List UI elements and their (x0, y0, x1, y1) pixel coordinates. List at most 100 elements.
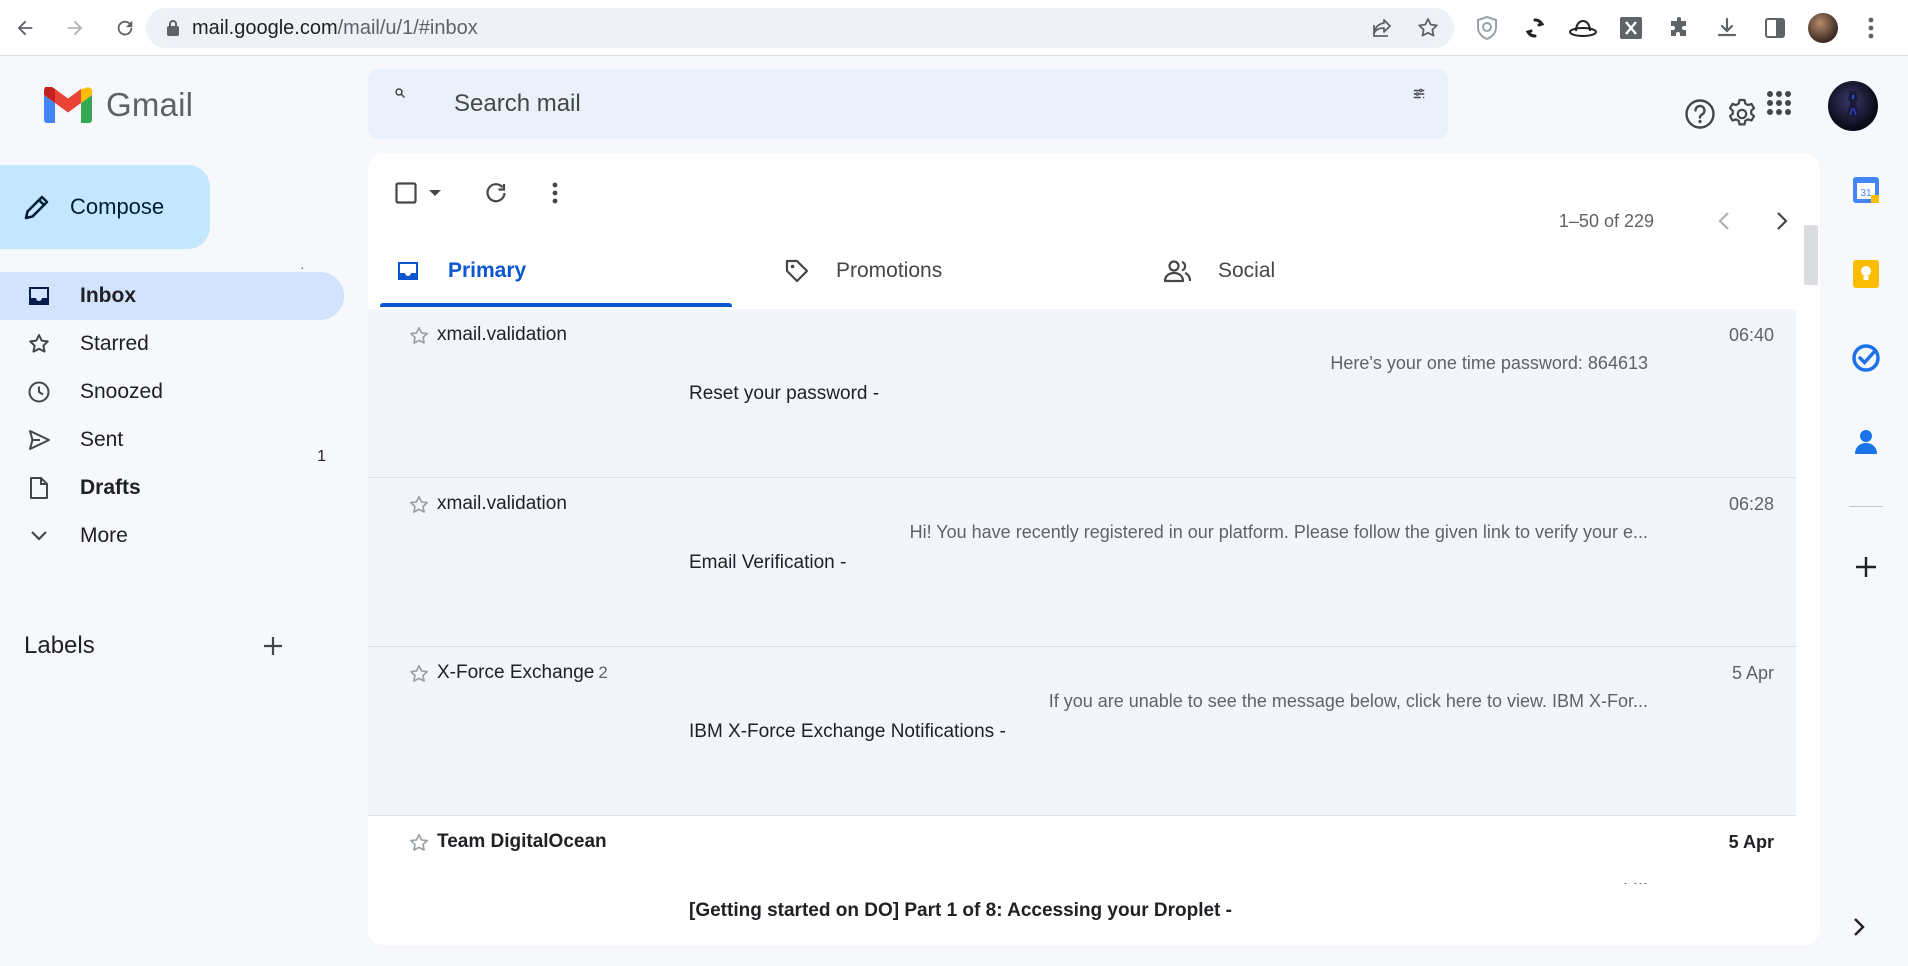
compose-button[interactable]: Compose (0, 165, 210, 249)
sidebar-item-label: More (80, 524, 128, 547)
browser-menu-icon[interactable] (1856, 13, 1886, 43)
list-toolbar (394, 175, 558, 211)
send-icon (24, 429, 54, 451)
chevron-left-icon (1718, 212, 1729, 230)
side-panel-icon[interactable] (1760, 13, 1790, 43)
chrome-profile-avatar[interactable] (1808, 13, 1838, 43)
sidebar-item-starred[interactable]: Starred (0, 320, 344, 368)
draft-file-icon (24, 476, 54, 500)
browser-toolbar: mail.google.com/mail/u/1/#inbox (0, 0, 1908, 56)
email-subject: [Getting started on DO] Part 1 of 8: Acc… (689, 900, 1232, 921)
keep-icon[interactable] (1846, 254, 1886, 294)
email-snippet: Here's your one time password: 864613 (1330, 353, 1648, 373)
settings-gear-icon[interactable] (1724, 96, 1760, 132)
tab-promotions[interactable]: Promotions (760, 235, 1140, 307)
address-bar[interactable]: mail.google.com/mail/u/1/#inbox (146, 8, 1454, 48)
back-button[interactable] (10, 13, 40, 43)
tab-social[interactable]: Social (1140, 235, 1520, 307)
forward-button[interactable] (60, 13, 90, 43)
google-apps-icon[interactable] (1766, 90, 1792, 116)
add-label-icon[interactable] (262, 635, 284, 657)
email-sender: X-Force Exchange 2 (437, 662, 608, 684)
sidebar-item-sent[interactable]: Sent 1 (0, 416, 344, 465)
inbox-icon (24, 285, 54, 307)
account-avatar[interactable] (1828, 81, 1878, 131)
back-arrow-icon (17, 20, 33, 35)
list-scrollbar[interactable] (1804, 225, 1818, 285)
svg-text:31: 31 (1860, 188, 1872, 199)
sidebar-item-label: Snoozed (80, 380, 163, 403)
search-options-icon[interactable] (1412, 87, 1426, 101)
prev-page-button[interactable] (1706, 203, 1742, 239)
email-row[interactable]: xmail.validation 06:40 Here's your one t… (368, 309, 1796, 478)
share-icon[interactable] (1370, 16, 1394, 40)
tasks-icon[interactable] (1846, 338, 1886, 378)
pencil-icon (22, 192, 52, 222)
pagination: 1–50 of 229 (1559, 203, 1800, 239)
url-path: /mail/u/1/#inbox (337, 16, 478, 39)
next-page-button[interactable] (1764, 203, 1800, 239)
thread-count: 2 (598, 663, 608, 682)
email-row[interactable]: X-Force Exchange 2 5 Apr If you are unabl… (368, 647, 1796, 816)
star-toggle-icon[interactable] (408, 663, 430, 685)
star-toggle-icon[interactable] (408, 494, 430, 516)
email-sender: Team DigitalOcean (437, 831, 611, 853)
contacts-icon[interactable] (1846, 422, 1886, 462)
labels-title: Labels (24, 632, 95, 659)
sender-name: Team DigitalOcean (437, 831, 607, 852)
download-icon[interactable] (1712, 13, 1742, 43)
tab-primary[interactable]: Primary (380, 235, 760, 307)
url-text: mail.google.com/mail/u/1/#inbox (192, 17, 478, 40)
help-icon[interactable] (1682, 96, 1718, 132)
calendar-icon[interactable]: 31 (1846, 170, 1886, 210)
search-input[interactable] (454, 83, 1354, 125)
select-dropdown-icon[interactable] (428, 175, 442, 211)
more-actions-icon[interactable] (552, 175, 558, 211)
expand-side-panel-icon[interactable] (1852, 916, 1866, 938)
get-addons-plus-icon[interactable] (1846, 547, 1886, 587)
x-extension-icon[interactable] (1616, 13, 1646, 43)
tag-icon (784, 258, 810, 284)
compose-label: Compose (70, 194, 165, 219)
email-date: 5 Apr (1728, 832, 1774, 852)
sidebar-item-snoozed[interactable]: Snoozed (0, 368, 344, 416)
email-subject: Email Verification - (689, 552, 847, 573)
sidebar-item-label: Drafts (80, 476, 141, 499)
sync-extension-icon[interactable] (1520, 13, 1550, 43)
side-panel-divider (1849, 506, 1883, 507)
gmail-m-icon (44, 87, 92, 123)
reload-icon (117, 20, 133, 35)
search-icon[interactable] (394, 87, 406, 99)
select-all-checkbox[interactable] (394, 175, 418, 211)
labels-section-header: Labels (24, 632, 284, 660)
sidebar-item-label: Inbox (80, 284, 136, 307)
chevron-down-icon (24, 530, 54, 542)
chevron-right-icon (1777, 212, 1788, 230)
sidebar-item-inbox[interactable]: Inbox (0, 272, 344, 320)
star-toggle-icon[interactable] (408, 832, 430, 854)
url-host: mail.google.com (192, 16, 338, 39)
sidebar-item-drafts[interactable]: Drafts (0, 464, 344, 512)
clock-icon (24, 380, 54, 404)
refresh-icon[interactable] (484, 175, 508, 211)
email-date: 5 Apr (1731, 663, 1774, 683)
side-panel: 31 (1846, 170, 1886, 631)
gmail-wordmark: Gmail (106, 86, 194, 123)
star-toggle-icon[interactable] (408, 325, 430, 347)
mail-list-panel: 1–50 of 229 Primary Promotions Social xm… (368, 153, 1820, 945)
extensions-puzzle-icon[interactable] (1664, 13, 1694, 43)
search-bar (368, 69, 1448, 139)
email-date: 06:28 (1728, 494, 1774, 514)
pagination-text: 1–50 of 229 (1558, 210, 1654, 231)
sidebar-item-more[interactable]: More (0, 512, 344, 560)
shield-extension-icon[interactable] (1472, 13, 1502, 43)
email-snippet: Hi! You have recently registered in our … (909, 522, 1648, 542)
bookmark-star-icon[interactable] (1416, 16, 1440, 40)
email-subject: Reset your password - (689, 383, 880, 404)
email-subject: IBM X-Force Exchange Notifications - (689, 721, 1006, 742)
gmail-logo[interactable]: Gmail (44, 86, 193, 124)
email-row[interactable]: xmail.validation 06:28 Hi! You have rece… (368, 478, 1796, 647)
hat-extension-icon[interactable] (1568, 13, 1598, 43)
reload-button[interactable] (110, 13, 140, 43)
email-row[interactable]: Team DigitalOcean 5 Apr . ... [Getting s… (368, 816, 1796, 945)
